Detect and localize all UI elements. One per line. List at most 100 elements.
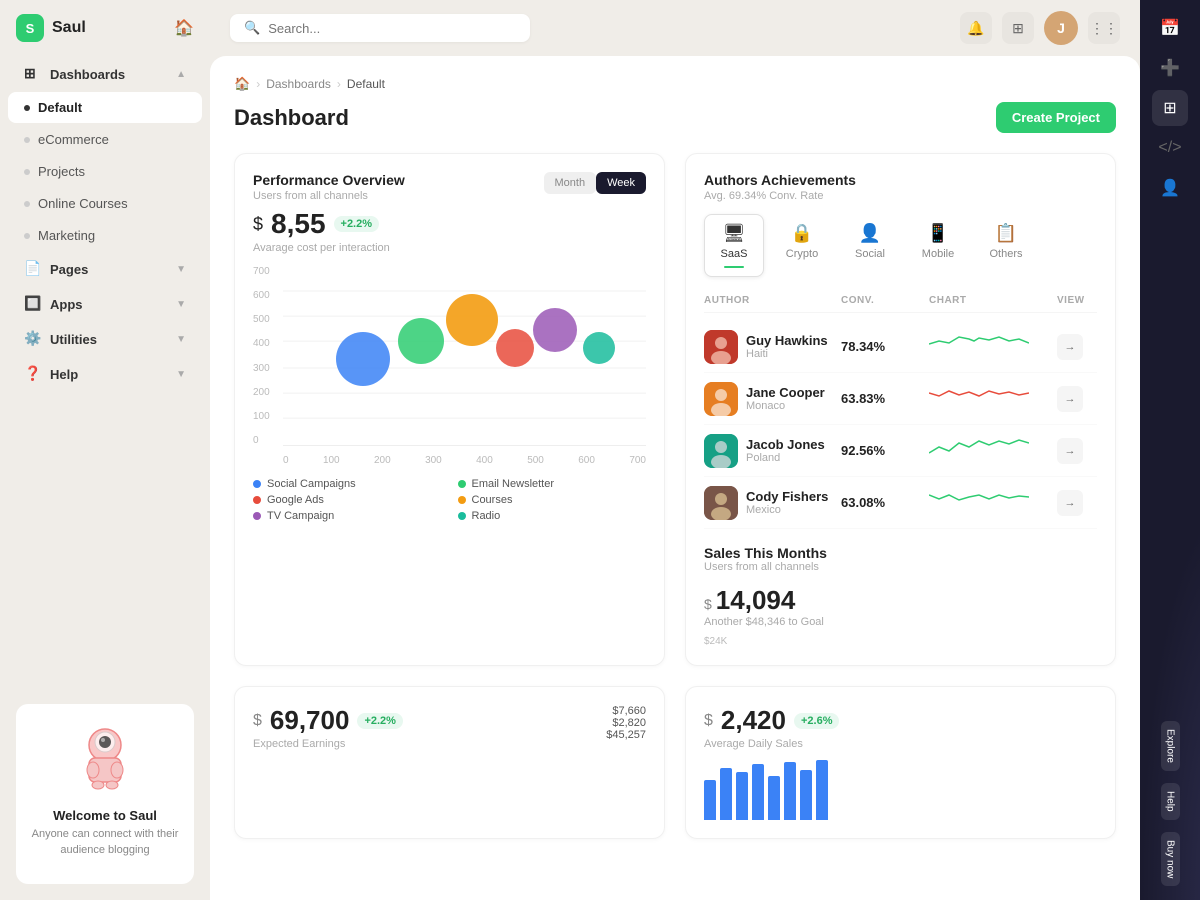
view-btn-3[interactable]: → xyxy=(1057,438,1083,464)
search-box[interactable]: 🔍 xyxy=(230,14,530,42)
sidebar-item-utilities[interactable]: ⚙️ Utilities ▼ xyxy=(8,322,202,356)
view-btn-2[interactable]: → xyxy=(1057,386,1083,412)
author-avatar-1 xyxy=(704,330,738,364)
performance-title: Performance Overview xyxy=(253,172,405,188)
rp-user-icon[interactable]: 👤 xyxy=(1152,170,1188,206)
mobile-label: Mobile xyxy=(922,248,954,260)
cat-tab-mobile[interactable]: 📱 Mobile xyxy=(908,214,968,277)
rp-calendar-icon[interactable]: 📅 xyxy=(1152,10,1188,46)
help-label: Help xyxy=(50,367,78,382)
earnings-value: $ 69,700 +2.2% xyxy=(253,705,403,736)
help-arrow: ▼ xyxy=(176,369,186,380)
col-view: VIEW xyxy=(1057,295,1097,306)
explore-button[interactable]: Explore xyxy=(1161,721,1180,771)
rp-grid-icon[interactable]: ⊞ xyxy=(1152,90,1188,126)
rp-add-icon[interactable]: ➕ xyxy=(1152,50,1188,86)
sidebar-item-marketing[interactable]: Marketing xyxy=(8,220,202,251)
help-icon: ❓ xyxy=(24,365,42,383)
breadcrumb-dashboards[interactable]: Dashboards xyxy=(266,77,331,91)
period-month-tab[interactable]: Month xyxy=(544,172,597,194)
conv-4: 63.08% xyxy=(841,495,921,510)
sidebar-item-help[interactable]: ❓ Help ▼ xyxy=(8,357,202,391)
bar-2 xyxy=(720,768,732,820)
bar-chart xyxy=(704,760,1097,820)
sidebar-item-dashboards[interactable]: ⊞ Dashboards ▲ xyxy=(8,57,202,91)
cat-tab-crypto[interactable]: 🔒 Crypto xyxy=(772,214,832,277)
saas-icon: 🖥 xyxy=(723,223,746,244)
avatar-img-3 xyxy=(704,434,738,468)
legend-social-campaigns: Social Campaigns xyxy=(253,478,442,490)
sidebar-item-ecommerce[interactable]: eCommerce xyxy=(8,124,202,155)
x-0: 0 xyxy=(283,455,289,466)
author-details-3: Jacob Jones Poland xyxy=(746,437,825,464)
legend-label-social: Social Campaigns xyxy=(267,478,356,490)
conv-3: 92.56% xyxy=(841,443,921,458)
bubble-4 xyxy=(496,329,534,367)
sparkline-1 xyxy=(929,329,1029,359)
bubble-5 xyxy=(533,308,577,352)
bubble-chart: 700 600 500 400 300 200 100 0 xyxy=(253,266,646,466)
sidebar-item-apps[interactable]: 🔲 Apps ▼ xyxy=(8,287,202,321)
earnings-number: 69,700 xyxy=(270,705,350,736)
help-button[interactable]: Help xyxy=(1161,783,1180,820)
authors-title-group: Authors Achievements Avg. 69.34% Conv. R… xyxy=(704,172,856,202)
earnings-badge: +2.2% xyxy=(357,713,403,729)
buy-now-button[interactable]: Buy now xyxy=(1161,832,1180,886)
breadcrumb-sep1: › xyxy=(256,77,260,91)
view-btn-4[interactable]: → xyxy=(1057,490,1083,516)
page-title: Dashboard xyxy=(234,105,349,131)
dashboards-arrow: ▲ xyxy=(176,69,186,80)
crypto-icon: 🔒 xyxy=(791,223,813,244)
create-project-button[interactable]: Create Project xyxy=(996,102,1116,133)
page-content: 🏠 › Dashboards › Default Dashboard Creat… xyxy=(210,56,1140,900)
x-500: 500 xyxy=(527,455,544,466)
author-avatar-4 xyxy=(704,486,738,520)
home-icon[interactable]: 🏠 xyxy=(234,76,250,92)
social-label: Social xyxy=(855,248,885,260)
back-icon[interactable]: 🏠 xyxy=(174,18,194,38)
sparkline-4 xyxy=(929,485,1029,515)
cat-tab-others[interactable]: 📋 Others xyxy=(976,214,1036,277)
utilities-icon: ⚙️ xyxy=(24,330,42,348)
x-100: 100 xyxy=(323,455,340,466)
sparkline-3 xyxy=(929,433,1029,463)
crypto-label: Crypto xyxy=(786,248,818,260)
table-row: Cody Fishers Mexico 63.08% → xyxy=(704,477,1097,529)
view-btn-1[interactable]: → xyxy=(1057,334,1083,360)
y-400: 400 xyxy=(253,338,270,349)
sparkline-2 xyxy=(929,381,1029,411)
settings-icon[interactable]: ⊞ xyxy=(1002,12,1034,44)
sidebar-item-online-courses[interactable]: Online Courses xyxy=(8,188,202,219)
notification-icon[interactable]: 🔔 xyxy=(960,12,992,44)
sidebar-item-pages[interactable]: 📄 Pages ▼ xyxy=(8,252,202,286)
authors-subtitle: Avg. 69.34% Conv. Rate xyxy=(704,190,856,202)
sales-value-group: $ 14,094 xyxy=(704,585,1097,616)
welcome-desc: Anyone can connect with their audience b… xyxy=(28,827,182,858)
cat-tab-saas[interactable]: 🖥 SaaS xyxy=(704,214,764,277)
sales-section: Sales This Months Users from all channel… xyxy=(704,545,1097,647)
earnings-label: Expected Earnings xyxy=(253,738,403,750)
x-700: 700 xyxy=(629,455,646,466)
sidebar-item-default[interactable]: Default xyxy=(8,92,202,123)
breadcrumb-current: Default xyxy=(347,77,385,91)
topbar: 🔍 🔔 ⊞ J ⋮⋮ xyxy=(210,0,1140,56)
sales-title: Sales This Months xyxy=(704,545,1097,561)
performance-card: Performance Overview Users from all chan… xyxy=(234,153,665,666)
grid-icon[interactable]: ⋮⋮ xyxy=(1088,12,1120,44)
bubble-6 xyxy=(583,332,615,364)
metric-value: $ 8,55 +2.2% xyxy=(253,208,646,240)
authors-title: Authors Achievements xyxy=(704,172,856,188)
authors-card: Authors Achievements Avg. 69.34% Conv. R… xyxy=(685,153,1116,666)
avatar-img-2 xyxy=(704,382,738,416)
search-input[interactable] xyxy=(268,21,516,36)
sidebar-nav: ⊞ Dashboards ▲ Default eCommerce Project… xyxy=(0,56,210,688)
period-week-tab[interactable]: Week xyxy=(596,172,646,194)
earnings-val-1: $7,660 xyxy=(606,705,646,717)
conv-2: 63.83% xyxy=(841,391,921,406)
rp-code-icon[interactable]: </> xyxy=(1152,130,1188,166)
pages-label: Pages xyxy=(50,262,88,277)
sidebar-item-projects[interactable]: Projects xyxy=(8,156,202,187)
user-avatar[interactable]: J xyxy=(1044,11,1078,45)
ecommerce-dot xyxy=(24,137,30,143)
cat-tab-social[interactable]: 👤 Social xyxy=(840,214,900,277)
